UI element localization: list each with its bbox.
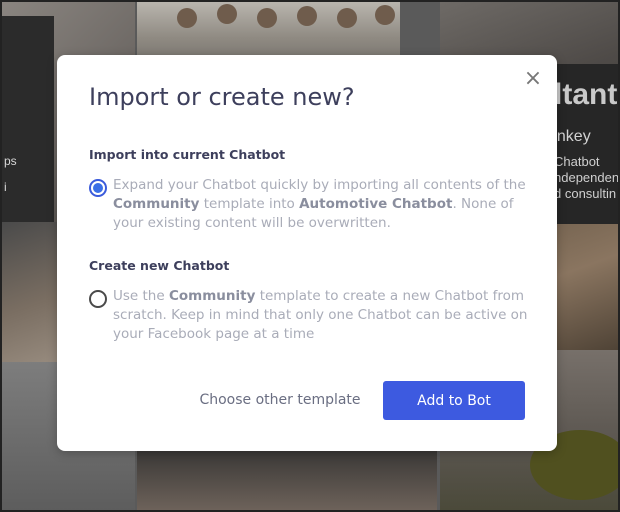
import-text-1: Expand your Chatbot quickly by importing… (113, 177, 526, 193)
template-tile-3-title: ltant (554, 78, 618, 111)
template-tile-1-text-1: ps (4, 154, 17, 168)
import-dialog: × Import or create new? Import into curr… (57, 55, 557, 451)
create-template-name: Community (168, 288, 256, 304)
create-radio[interactable] (89, 290, 107, 308)
template-tile-6 (137, 450, 437, 510)
photo-person (337, 8, 357, 28)
import-bot-name: Automotive Chatbot (299, 196, 453, 212)
template-tile-3-line: Chatbot (554, 154, 600, 169)
photo-person (297, 6, 317, 26)
add-to-bot-button[interactable]: Add to Bot (383, 381, 525, 420)
choose-other-template-button[interactable]: Choose other template (195, 385, 365, 415)
template-tile-3-line: ndependent (554, 170, 618, 185)
import-template-name: Community (113, 196, 200, 212)
import-text-2: template into (203, 196, 295, 212)
photo-person (375, 5, 395, 25)
create-section-label: Create new Chatbot (89, 258, 230, 273)
photo-person (217, 4, 237, 24)
import-radio[interactable] (89, 179, 107, 197)
photo-person (177, 8, 197, 28)
template-tile-1-text-2: i (4, 180, 7, 194)
photo-person (257, 8, 277, 28)
template-tile-1-panel: ps i (2, 16, 54, 222)
create-option[interactable]: Use the Community template to create a n… (89, 287, 529, 347)
template-tile-2 (137, 2, 400, 62)
dialog-title: Import or create new? (89, 83, 355, 111)
template-tile-3-line: d consultin (554, 186, 617, 201)
create-option-description: Use the Community template to create a n… (113, 287, 533, 344)
import-option-description: Expand your Chatbot quickly by importing… (113, 176, 533, 233)
import-option[interactable]: Expand your Chatbot quickly by importing… (89, 176, 529, 236)
close-icon[interactable]: × (523, 67, 543, 91)
create-text-1: Use the (113, 288, 165, 304)
import-section-label: Import into current Chatbot (89, 147, 286, 162)
